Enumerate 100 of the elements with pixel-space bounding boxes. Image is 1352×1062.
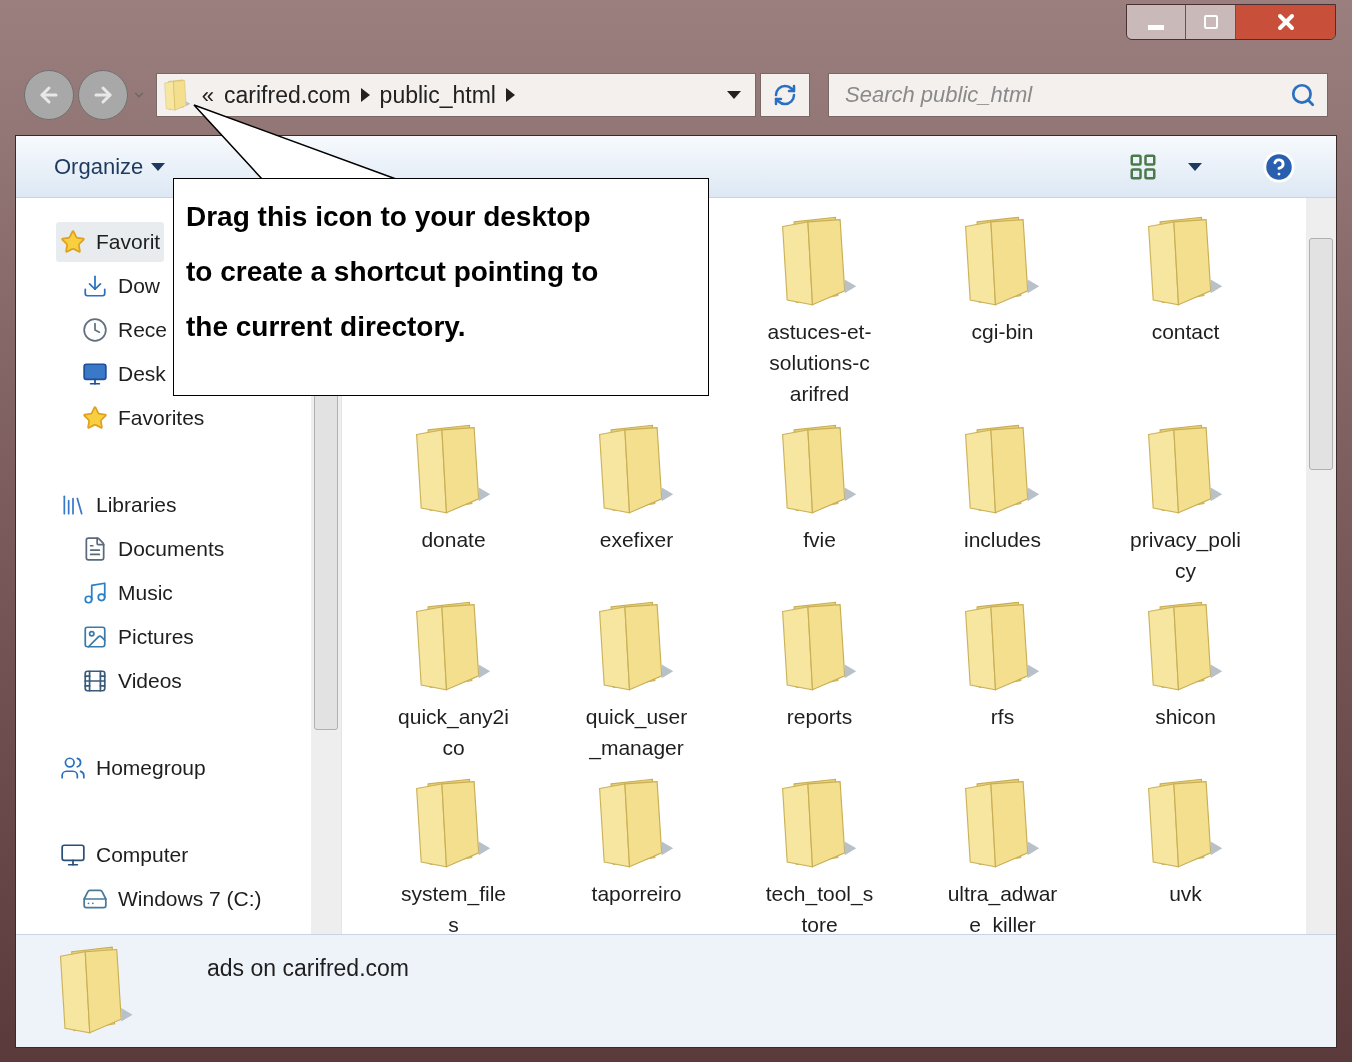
folder-item[interactable]: exefixer (545, 414, 728, 586)
film-icon (82, 668, 108, 694)
folder-name: privacy_policy (1129, 527, 1242, 584)
refresh-button[interactable] (760, 73, 810, 117)
nav-label: Favorites (118, 405, 205, 432)
breadcrumb[interactable]: carifred.com (224, 77, 351, 113)
star-icon (82, 405, 108, 431)
callout-text: Drag this icon to your desktop to create a shortcut pointing to the current directory. (186, 200, 600, 344)
folder-name: tech_tool_store (764, 881, 875, 934)
nav-item[interactable]: Favorites (78, 398, 209, 438)
refresh-icon (773, 83, 797, 107)
folder-item[interactable]: includes (911, 414, 1094, 586)
scrollbar[interactable] (1306, 198, 1336, 934)
nav-item[interactable]: Desk (78, 354, 170, 394)
nav-label: Rece (118, 317, 168, 344)
search-field[interactable]: Search public_html (828, 73, 1328, 117)
folder-name: fvie (802, 527, 837, 553)
nav-label: Windows 7 (C:) (118, 886, 262, 913)
minimize-icon (1148, 24, 1164, 30)
folder-name: exefixer (598, 527, 675, 553)
music-note-icon (82, 580, 108, 606)
breadcrumb-arrow-icon[interactable] (505, 88, 515, 102)
folder-name: contact (1150, 319, 1221, 345)
folder-name: quick_user_manager (584, 704, 689, 762)
folder-item[interactable]: tech_tool_store (728, 768, 911, 934)
nav-label: Documents (118, 536, 225, 563)
nav-label: Favorit (96, 229, 161, 256)
nav-label: Homegroup (96, 755, 206, 782)
nav-item[interactable]: Documents (78, 529, 229, 569)
star-icon (60, 229, 86, 255)
caret-icon (151, 162, 166, 171)
dropdown-caret-icon[interactable] (727, 91, 741, 99)
breadcrumb-arrow-icon[interactable] (360, 88, 370, 102)
monitor-icon (60, 842, 86, 868)
nav-label: Computer (96, 842, 189, 869)
folder-item[interactable]: astuces-et-solutions-carifred (728, 206, 911, 409)
folder-name: taporreiro (590, 881, 683, 907)
breadcrumb-overflow[interactable]: « (201, 78, 215, 112)
address-bar[interactable]: « carifred.com public_html (156, 73, 756, 117)
folder-item[interactable]: system_files (362, 768, 545, 934)
folder-item[interactable]: rfs (911, 591, 1094, 763)
drive-icon (82, 886, 108, 912)
folder-name: uvk (1168, 881, 1203, 907)
folder-item[interactable]: contact (1094, 206, 1277, 409)
folder-item[interactable]: quick_user_manager (545, 591, 728, 763)
help-icon[interactable] (1262, 149, 1296, 184)
folder-item[interactable]: taporreiro (545, 768, 728, 934)
folder-item[interactable]: ultra_adware_killer (911, 768, 1094, 934)
folder-item[interactable]: cgi-bin (911, 206, 1094, 409)
maximize-icon (1202, 14, 1219, 30)
folder-item[interactable]: privacy_policy (1094, 414, 1277, 586)
monitor-icon (82, 361, 108, 387)
folder-name: astuces-et-solutions-carifred (766, 319, 873, 407)
document-icon (82, 536, 108, 562)
folder-name: cgi-bin (970, 319, 1035, 345)
nav-item[interactable]: Videos (78, 661, 186, 701)
close-button[interactable] (1235, 5, 1335, 39)
nav-label: Music (118, 580, 173, 607)
nav-item[interactable]: Pictures (78, 617, 198, 657)
folder-name: ultra_adware_killer (946, 881, 1059, 934)
nav-item[interactable]: Libraries (56, 485, 181, 525)
folder-name: donate (420, 527, 487, 553)
folder-name: system_files (400, 881, 507, 934)
picture-icon (82, 624, 108, 650)
scrollbar-thumb[interactable] (314, 394, 338, 730)
breadcrumb[interactable]: public_html (379, 77, 496, 113)
clock-icon (82, 317, 108, 343)
forward-button[interactable] (78, 70, 128, 120)
folder-name: includes (962, 527, 1043, 553)
nav-label: Desk (118, 361, 166, 388)
nav-label: Videos (118, 668, 182, 695)
nav-item[interactable]: Homegroup (56, 748, 210, 788)
people-icon (60, 755, 86, 781)
scrollbar-thumb[interactable] (1309, 238, 1333, 470)
nav-item[interactable]: Computer (56, 835, 193, 875)
search-icon[interactable] (1290, 82, 1316, 108)
nav-label: Dow (118, 273, 160, 300)
nav-item[interactable]: Windows 7 (C:) (78, 879, 266, 919)
folder-item[interactable]: reports (728, 591, 911, 763)
folder-name: shicon (1154, 704, 1217, 730)
folder-item[interactable]: uvk (1094, 768, 1277, 934)
download-icon (82, 273, 108, 299)
nav-item[interactable]: Music (78, 573, 177, 613)
folder-item[interactable]: shicon (1094, 591, 1277, 763)
folder-name: quick_any2ico (397, 704, 510, 761)
nav-item[interactable]: Rece (78, 310, 172, 350)
nav-item[interactable]: Favorit (56, 222, 165, 262)
nav-label: Pictures (118, 624, 194, 651)
organize-button[interactable]: Organize (54, 150, 166, 183)
address-folder-icon (163, 79, 192, 111)
details-name: ads on carifred.com (207, 954, 409, 983)
nav-item[interactable]: Dow (78, 266, 164, 306)
folder-name: rfs (989, 704, 1016, 730)
folder-name: reports (785, 704, 854, 730)
back-button[interactable] (24, 70, 74, 120)
folder-item[interactable]: quick_any2ico (362, 591, 545, 763)
folder-item[interactable]: donate (362, 414, 545, 586)
nav-label: Libraries (96, 492, 177, 519)
folder-item[interactable]: fvie (728, 414, 911, 586)
view-caret-icon[interactable] (1188, 162, 1202, 171)
